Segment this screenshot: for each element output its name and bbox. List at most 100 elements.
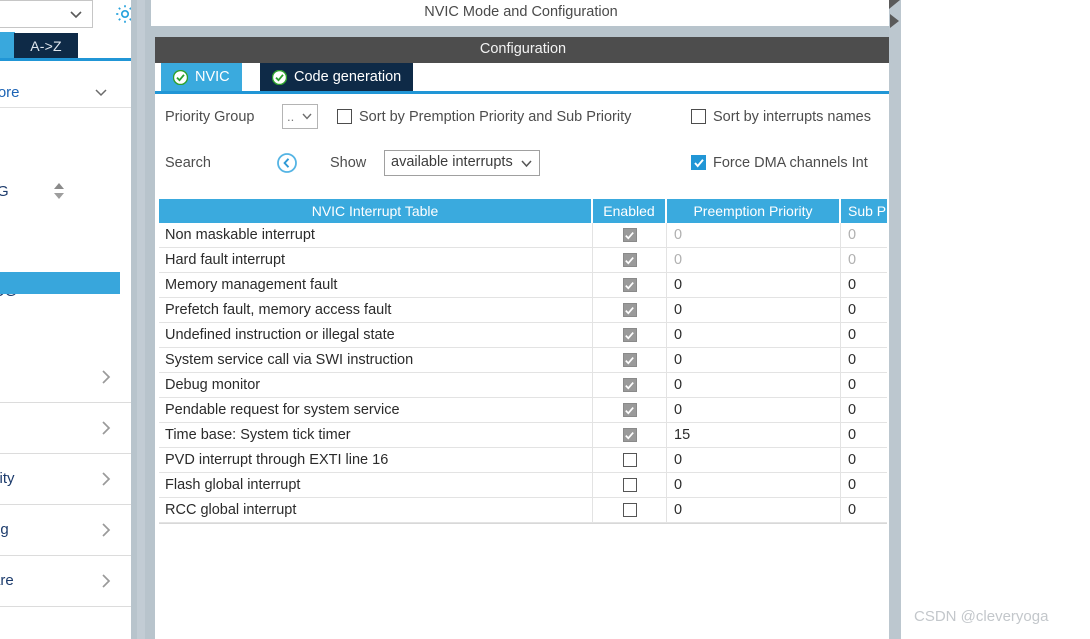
table-row[interactable]: Non maskable interrupt 0 0 xyxy=(159,223,887,248)
force-dma-checkbox[interactable]: Force DMA channels Int xyxy=(691,150,868,175)
cell-sub-priority[interactable]: 0 xyxy=(841,398,887,422)
priority-group-label: Priority Group xyxy=(165,109,255,125)
sidebar-group-core[interactable]: Core xyxy=(0,77,131,107)
show-filter-select[interactable]: available interrupts xyxy=(384,150,540,176)
sidebar-tabstrip: A->Z xyxy=(0,32,131,60)
controls-row-search: Search Show available interrupts Force D… xyxy=(155,150,891,178)
sidebar-tab-active[interactable] xyxy=(0,32,15,59)
sidebar-sort-az-tab[interactable]: A->Z xyxy=(14,33,78,59)
cell-preemption-priority[interactable]: 0 xyxy=(667,273,841,297)
table-row[interactable]: Hard fault interrupt 0 0 xyxy=(159,248,887,273)
table-row[interactable]: Prefetch fault, memory access fault 0 0 xyxy=(159,298,887,323)
cell-enabled[interactable] xyxy=(593,273,667,297)
cell-sub-priority[interactable]: 0 xyxy=(841,423,887,447)
cell-sub-priority[interactable]: 0 xyxy=(841,373,887,397)
priority-group-select[interactable]: .. xyxy=(282,104,318,129)
sidebar-filter-combobox[interactable] xyxy=(0,0,93,28)
column-header-enabled[interactable]: Enabled xyxy=(593,199,667,223)
gear-icon[interactable] xyxy=(113,2,131,26)
cell-sub-priority[interactable]: 0 xyxy=(841,323,887,347)
cell-preemption-priority[interactable]: 0 xyxy=(667,223,841,247)
cell-enabled[interactable] xyxy=(593,498,667,522)
tab-nvic[interactable]: NVIC xyxy=(161,63,242,91)
table-row[interactable]: RCC global interrupt 0 0 xyxy=(159,498,887,523)
cell-enabled[interactable] xyxy=(593,323,667,347)
cell-enabled[interactable] xyxy=(593,298,667,322)
cell-enabled[interactable] xyxy=(593,348,667,372)
triangle-right-icon[interactable] xyxy=(890,14,899,28)
cell-enabled[interactable] xyxy=(593,398,667,422)
table-row[interactable]: Time base: System tick timer 15 0 xyxy=(159,423,887,448)
sidebar-selected-item[interactable] xyxy=(0,272,120,294)
table-row[interactable]: Memory management fault 0 0 xyxy=(159,273,887,298)
panel-splitter[interactable] xyxy=(131,0,151,639)
window-vertical-scrollbar[interactable] xyxy=(889,0,901,639)
column-header-name[interactable]: NVIC Interrupt Table xyxy=(159,199,593,223)
chevron-down-icon xyxy=(300,109,314,123)
column-header-sub-priority[interactable]: Sub P xyxy=(841,199,887,223)
cell-sub-priority[interactable]: 0 xyxy=(841,473,887,497)
checkbox-checked-icon[interactable] xyxy=(622,428,637,442)
checkbox-checked-icon[interactable] xyxy=(622,378,637,392)
cell-preemption-priority[interactable]: 0 xyxy=(667,398,841,422)
checkbox-unchecked-icon[interactable] xyxy=(622,453,637,467)
cell-sub-priority[interactable]: 0 xyxy=(841,348,887,372)
panel-splitter-track xyxy=(137,0,145,639)
cell-preemption-priority[interactable]: 0 xyxy=(667,348,841,372)
sidebar-row-divider xyxy=(0,555,131,556)
checkbox-unchecked-icon[interactable] xyxy=(622,478,637,492)
cell-enabled[interactable] xyxy=(593,448,667,472)
cell-enabled[interactable] xyxy=(593,373,667,397)
checkbox-checked-icon[interactable] xyxy=(622,403,637,417)
cell-sub-priority[interactable]: 0 xyxy=(841,223,887,247)
sort-premption-label: Sort by Premption Priority and Sub Prior… xyxy=(359,108,632,125)
cell-sub-priority[interactable]: 0 xyxy=(841,448,887,472)
cell-preemption-priority[interactable]: 0 xyxy=(667,373,841,397)
checkbox-unchecked-icon[interactable] xyxy=(622,503,637,517)
sidebar-item-row-5[interactable]: are xyxy=(0,557,131,607)
checkbox-checked-icon[interactable] xyxy=(622,328,637,342)
checkbox-checked-icon[interactable] xyxy=(622,228,637,242)
table-row[interactable]: System service call via SWI instruction 0… xyxy=(159,348,887,373)
cell-preemption-priority[interactable]: 0 xyxy=(667,298,841,322)
sort-interrupt-names-checkbox[interactable]: Sort by interrupts names xyxy=(691,104,871,129)
cell-enabled[interactable] xyxy=(593,248,667,272)
sidebar-item-row-2[interactable] xyxy=(0,404,131,454)
triangle-up-icon[interactable] xyxy=(889,0,900,9)
cell-sub-priority[interactable]: 0 xyxy=(841,498,887,522)
table-row[interactable]: Flash global interrupt 0 0 xyxy=(159,473,887,498)
cell-sub-priority[interactable]: 0 xyxy=(841,248,887,272)
checkbox-checked-icon[interactable] xyxy=(622,278,637,292)
cell-preemption-priority[interactable]: 0 xyxy=(667,498,841,522)
table-row[interactable]: Debug monitor 0 0 xyxy=(159,373,887,398)
table-row[interactable]: Pendable request for system service 0 0 xyxy=(159,398,887,423)
table-row[interactable]: PVD interrupt through EXTI line 16 0 0 xyxy=(159,448,887,473)
cell-enabled[interactable] xyxy=(593,223,667,247)
sidebar-item-row-1[interactable] xyxy=(0,353,131,403)
spinner-updown-icon[interactable] xyxy=(51,181,67,201)
nvic-interrupt-table: NVIC Interrupt Table Enabled Preemption … xyxy=(159,199,887,524)
cell-sub-priority[interactable]: 0 xyxy=(841,273,887,297)
cell-preemption-priority[interactable]: 0 xyxy=(667,248,841,272)
cell-preemption-priority[interactable]: 15 xyxy=(667,423,841,447)
tab-nvic-label: NVIC xyxy=(195,69,230,85)
sidebar-item-row-3[interactable]: vity xyxy=(0,455,131,505)
cell-enabled[interactable] xyxy=(593,423,667,447)
cell-preemption-priority[interactable]: 0 xyxy=(667,323,841,347)
sort-premption-checkbox[interactable]: Sort by Premption Priority and Sub Prior… xyxy=(337,104,631,129)
sidebar-item-row-4[interactable]: ng xyxy=(0,506,131,556)
cell-interrupt-name: Debug monitor xyxy=(159,373,593,397)
checkbox-checked-icon[interactable] xyxy=(622,353,637,367)
checkbox-checked-icon[interactable] xyxy=(622,253,637,267)
sidebar-divider xyxy=(0,107,131,108)
tab-code-generation[interactable]: Code generation xyxy=(260,63,414,91)
table-row[interactable]: Undefined instruction or illegal state 0 0 xyxy=(159,323,887,348)
checkbox-checked-icon[interactable] xyxy=(622,303,637,317)
cell-preemption-priority[interactable]: 0 xyxy=(667,473,841,497)
column-header-preemption[interactable]: Preemption Priority xyxy=(667,199,841,223)
cell-interrupt-name: Hard fault interrupt xyxy=(159,248,593,272)
circle-left-arrow-icon[interactable] xyxy=(276,152,298,174)
cell-preemption-priority[interactable]: 0 xyxy=(667,448,841,472)
cell-sub-priority[interactable]: 0 xyxy=(841,298,887,322)
cell-enabled[interactable] xyxy=(593,473,667,497)
